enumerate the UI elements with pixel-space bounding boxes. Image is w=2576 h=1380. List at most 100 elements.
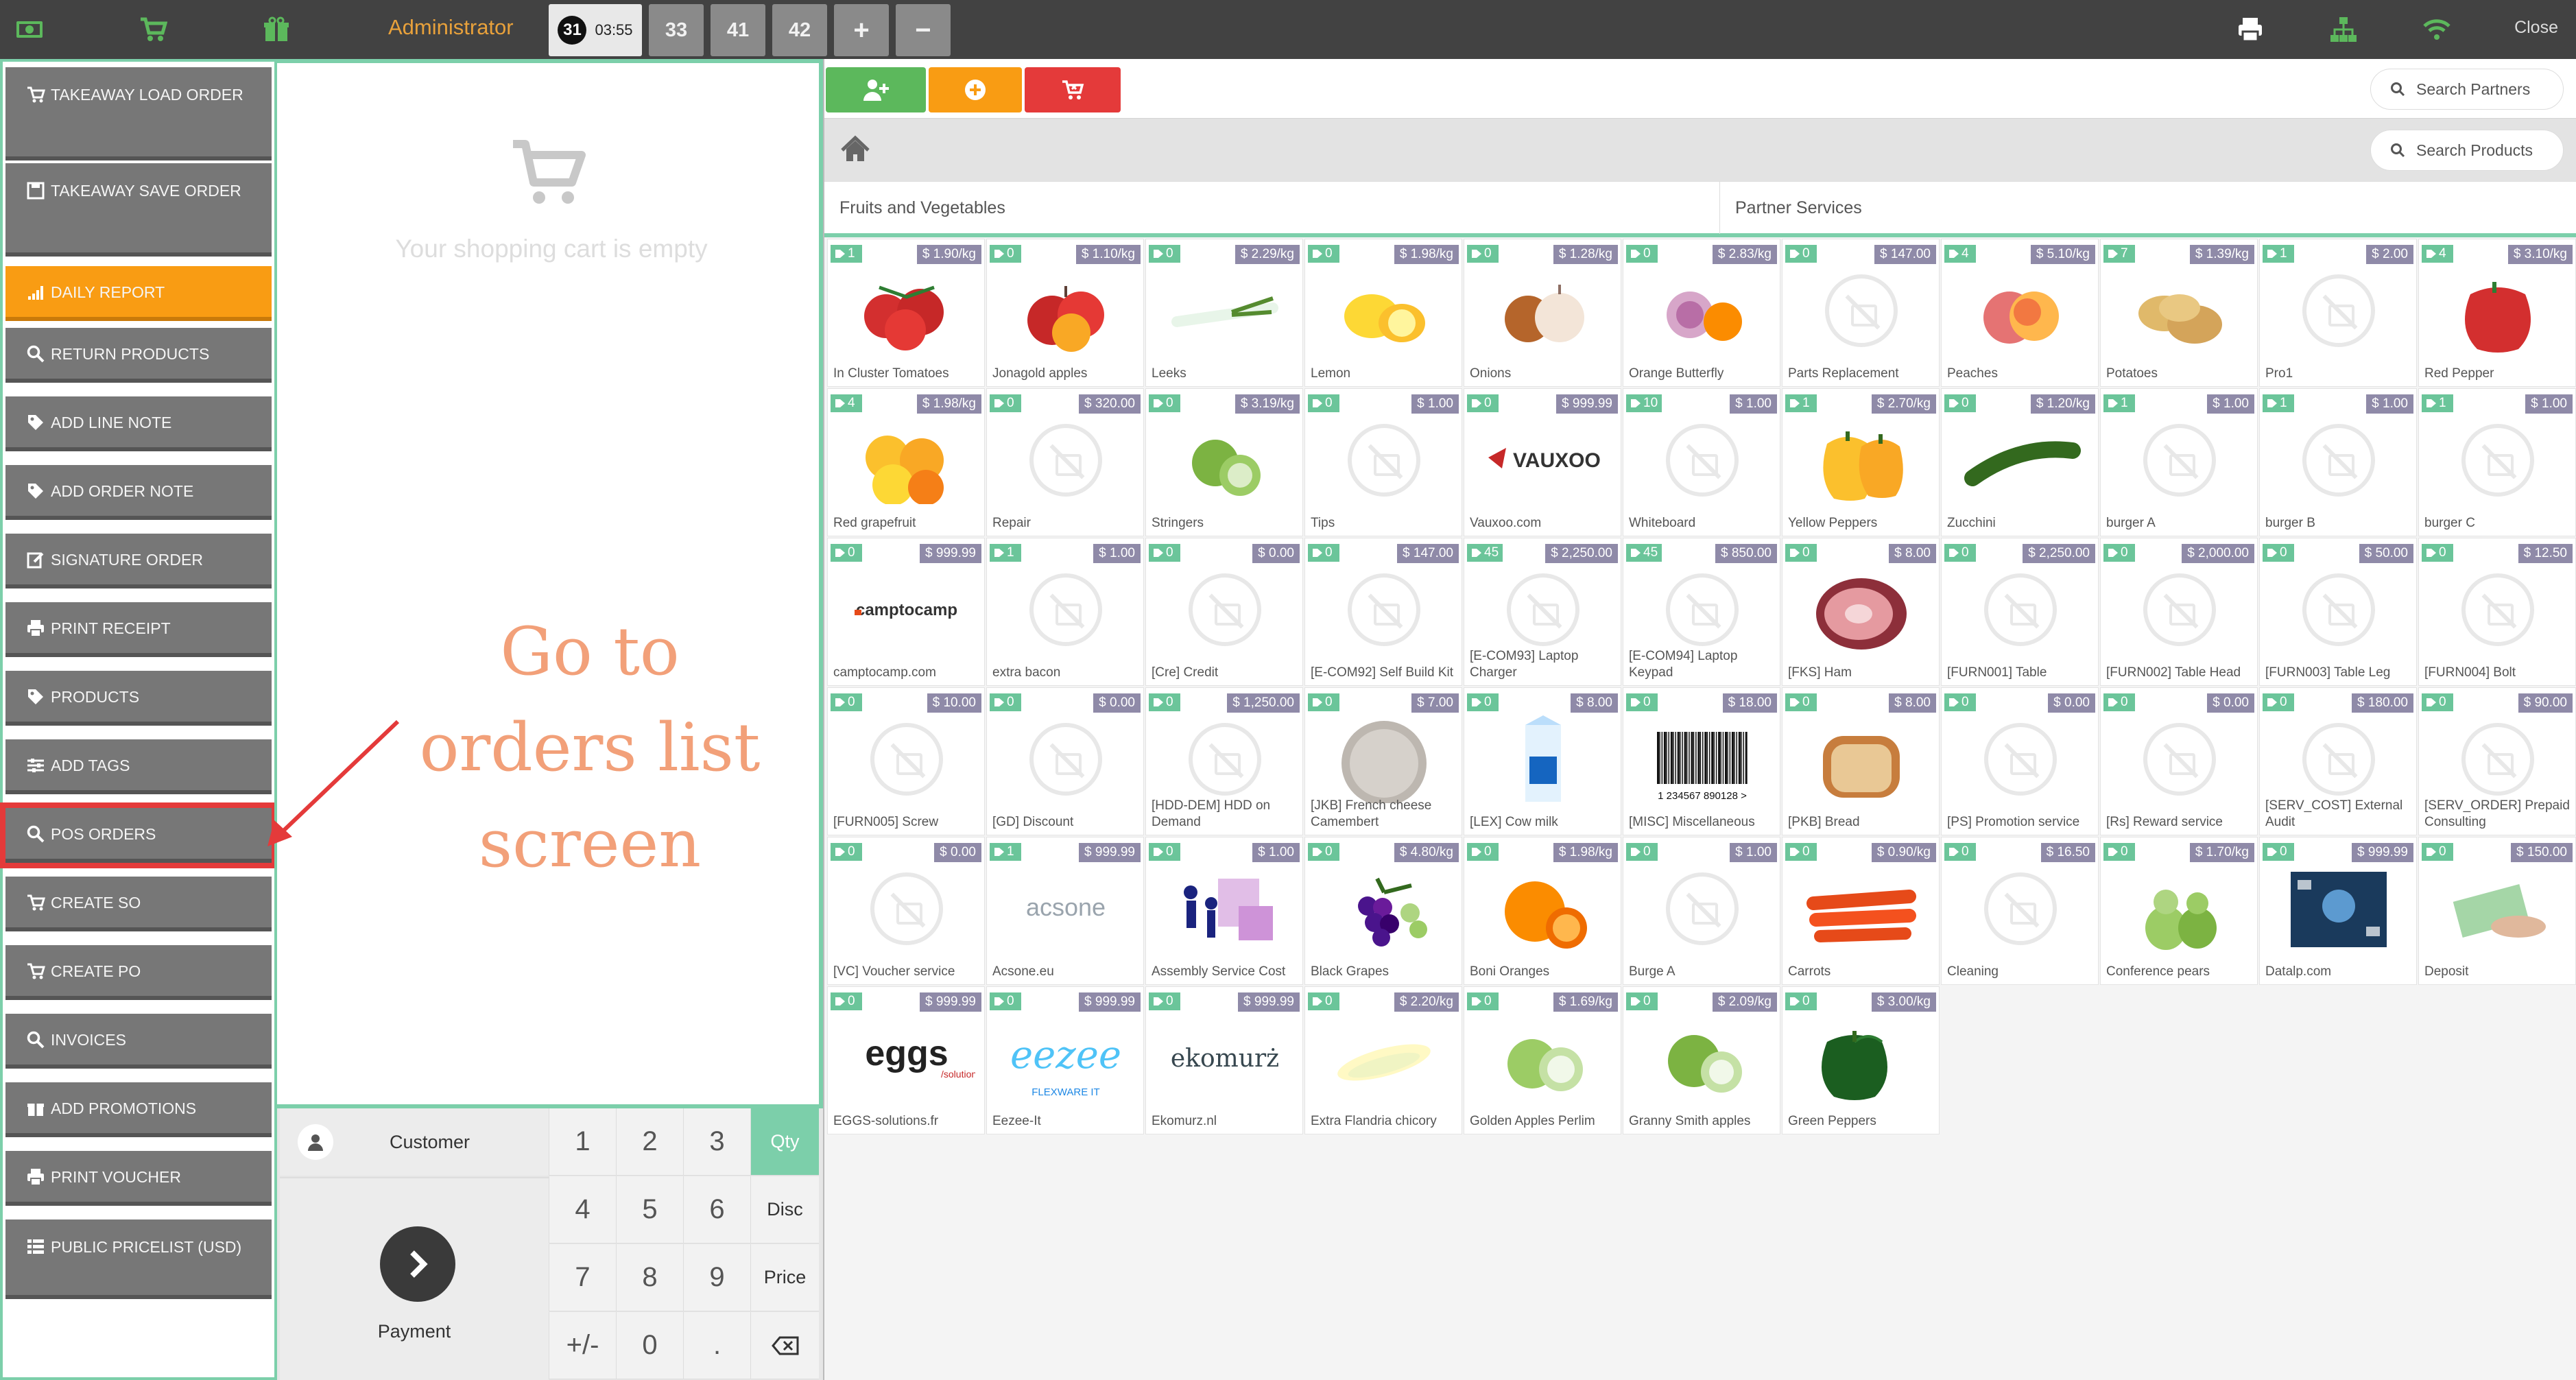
product-card[interactable]: 1 $ 1.90/kg In Cluster Tomatoes: [827, 239, 985, 387]
sidebar-item-public-pricelist-usd[interactable]: PUBLIC PRICELIST (USD): [5, 1220, 272, 1299]
product-card[interactable]: 0 $ 0.00 [Cre] Credit: [1145, 538, 1303, 686]
delete-order-button[interactable]: −: [896, 4, 951, 56]
product-card[interactable]: 4 $ 3.10/kg Red Pepper: [2418, 239, 2576, 387]
product-card[interactable]: 1 $ 2.70/kg Yellow Peppers: [1782, 388, 1940, 536]
order-tab[interactable]: 41: [711, 4, 765, 56]
product-card[interactable]: 0 $ 2.29/kg Leeks: [1145, 239, 1303, 387]
product-card[interactable]: 0 $ 1.70/kg Conference pears: [2100, 837, 2258, 985]
numpad-key[interactable]: 8: [616, 1244, 683, 1311]
product-card[interactable]: 0 $ 1.98/kg Boni Oranges: [1464, 837, 1621, 985]
numpad-key[interactable]: 1: [549, 1108, 616, 1176]
numpad-key[interactable]: 9: [683, 1244, 750, 1311]
wifi-icon[interactable]: [2422, 15, 2451, 44]
product-card[interactable]: 0 $ 2.83/kg Orange Butterfly: [1623, 239, 1780, 387]
clear-cart-button[interactable]: [1025, 67, 1121, 112]
order-tab[interactable]: 33: [649, 4, 704, 56]
product-card[interactable]: 0 $ 3.19/kg Stringers: [1145, 388, 1303, 536]
sidebar-item-pos-orders[interactable]: POS ORDERS: [0, 802, 277, 868]
customer-button[interactable]: Customer: [280, 1108, 549, 1176]
product-card[interactable]: 0 $ 2.20/kg Extra Flandria chicory: [1304, 986, 1462, 1134]
product-card[interactable]: 0 $ 1.69/kg Golden Apples Perlim: [1464, 986, 1621, 1134]
product-card[interactable]: 0 $ 3.00/kg Green Peppers: [1782, 986, 1940, 1134]
sidebar-item-products[interactable]: PRODUCTS: [5, 671, 272, 726]
product-card[interactable]: 4 $ 5.10/kg Peaches: [1941, 239, 2099, 387]
product-card[interactable]: 0 $ 8.00 [PKB] Bread: [1782, 687, 1940, 835]
category-fruits-vegetables[interactable]: Fruits and Vegetables: [824, 182, 1720, 234]
sidebar-item-create-po[interactable]: CREATE PO: [5, 945, 272, 1000]
numpad-key[interactable]: 6: [683, 1176, 750, 1244]
product-card[interactable]: 0 $ 180.00 [SERV_COST] External Audit: [2259, 687, 2417, 835]
product-card[interactable]: 10 $ 1.00 Whiteboard: [1623, 388, 1780, 536]
product-card[interactable]: 0 $ 0.00 [PS] Promotion service: [1941, 687, 2099, 835]
product-card[interactable]: 0 $ 1.98/kg Lemon: [1304, 239, 1462, 387]
product-card[interactable]: 1 $ 1.00 extra bacon: [986, 538, 1144, 686]
sidebar-item-add-line-note[interactable]: ADD LINE NOTE: [5, 396, 272, 451]
sidebar-item-add-promotions[interactable]: ADD PROMOTIONS: [5, 1082, 272, 1137]
sitemap-icon[interactable]: [2329, 15, 2358, 44]
numpad-mode-price[interactable]: Price: [750, 1244, 819, 1311]
gift-icon[interactable]: [262, 15, 291, 44]
product-card[interactable]: 0 $ 90.00 [SERV_ORDER] Prepaid Consulting: [2418, 687, 2576, 835]
product-card[interactable]: 0 $ 0.00 [Rs] Reward service: [2100, 687, 2258, 835]
numpad-mode-qty[interactable]: Qty: [750, 1108, 819, 1176]
sidebar-item-invoices[interactable]: INVOICES: [5, 1014, 272, 1069]
printer-icon[interactable]: [2236, 15, 2265, 44]
product-card[interactable]: 0 $ 1.00 Tips: [1304, 388, 1462, 536]
new-order-button[interactable]: +: [834, 4, 889, 56]
sidebar-item-daily-report[interactable]: DAILY REPORT: [5, 266, 272, 321]
product-card[interactable]: 0 $ 8.00 [FKS] Ham: [1782, 538, 1940, 686]
product-card[interactable]: 0 $ 1.28/kg Onions: [1464, 239, 1621, 387]
sidebar-item-print-receipt[interactable]: PRINT RECEIPT: [5, 602, 272, 657]
product-card[interactable]: 0 $ 1.20/kg Zucchini: [1941, 388, 2099, 536]
product-card[interactable]: 0 $ 320.00 Repair: [986, 388, 1144, 536]
product-card[interactable]: 0 $ 10.00 [FURN005] Screw: [827, 687, 985, 835]
product-card[interactable]: 4 $ 1.98/kg Red grapefruit: [827, 388, 985, 536]
product-card[interactable]: 0 $ 1.00 Burge A: [1623, 837, 1780, 985]
product-card[interactable]: 0 $ 8.00 [LEX] Cow milk: [1464, 687, 1621, 835]
numpad-mode-disc[interactable]: Disc: [750, 1176, 819, 1244]
product-card[interactable]: 0 $ 147.00 [E-COM92] Self Build Kit: [1304, 538, 1462, 686]
product-card[interactable]: 0 $ 1.10/kg Jonagold apples: [986, 239, 1144, 387]
product-card[interactable]: 45 $ 850.00 [E-COM94] Laptop Keypad: [1623, 538, 1780, 686]
numpad-key[interactable]: 2: [616, 1108, 683, 1176]
payment-button[interactable]: Payment: [280, 1177, 549, 1380]
product-card[interactable]: 0$ 999.99eggs/solutionsEGGS-solutions.fr: [827, 986, 985, 1134]
product-card[interactable]: 0 $ 1.00 Assembly Service Cost: [1145, 837, 1303, 985]
sidebar-item-create-so[interactable]: CREATE SO: [5, 877, 272, 931]
sidebar-item-return-products[interactable]: RETURN PRODUCTS: [5, 328, 272, 383]
product-card[interactable]: 0 $ 4.80/kg Black Grapes: [1304, 837, 1462, 985]
search-partners-input[interactable]: Search Partners: [2370, 69, 2564, 110]
product-card[interactable]: 1 $ 2.00 Pro1: [2259, 239, 2417, 387]
numpad-key[interactable]: 3: [683, 1108, 750, 1176]
product-card[interactable]: 0 $ 0.00 [VC] Voucher service: [827, 837, 985, 985]
numpad-key[interactable]: .: [683, 1312, 750, 1379]
product-card[interactable]: 0 $ 147.00 Parts Replacement: [1782, 239, 1940, 387]
add-customer-button[interactable]: [826, 67, 926, 112]
sidebar-item-signature-order[interactable]: SIGNATURE ORDER: [5, 534, 272, 588]
sidebar-item-takeaway-load-order[interactable]: TAKEAWAY LOAD ORDER: [5, 67, 272, 160]
product-card[interactable]: 0 $ 150.00 Deposit: [2418, 837, 2576, 985]
order-tab[interactable]: 42: [772, 4, 827, 56]
product-card[interactable]: 1 $ 1.00 burger A: [2100, 388, 2258, 536]
product-card[interactable]: 0 $ 18.00 1 234567 890128 > [MISC] Miscella…: [1623, 687, 1780, 835]
cart-icon[interactable]: [139, 15, 167, 44]
money-icon[interactable]: [15, 15, 44, 44]
product-card[interactable]: 0 $ 999.99 eezee FLEXWARE IT Eezee-It: [986, 986, 1144, 1134]
product-card[interactable]: 1 $ 1.00 burger C: [2418, 388, 2576, 536]
sidebar-item-takeaway-save-order[interactable]: TAKEAWAY SAVE ORDER: [5, 163, 272, 257]
product-card[interactable]: 0 $ 2.09/kg Granny Smith apples: [1623, 986, 1780, 1134]
product-card[interactable]: 0 $ 16.50 Cleaning: [1941, 837, 2099, 985]
search-products-input[interactable]: Search Products: [2370, 130, 2564, 171]
product-card[interactable]: 1 $ 999.99 acsone Acsone.eu: [986, 837, 1144, 985]
numpad-key[interactable]: 4: [549, 1176, 616, 1244]
numpad-key[interactable]: 7: [549, 1244, 616, 1311]
backspace-key[interactable]: [750, 1312, 819, 1379]
sidebar-item-add-order-note[interactable]: ADD ORDER NOTE: [5, 465, 272, 520]
product-card[interactable]: 0 $ 1,250.00 [HDD-DEM] HDD on Demand: [1145, 687, 1303, 835]
close-button[interactable]: Close: [2514, 18, 2558, 38]
sidebar-item-add-tags[interactable]: ADD TAGS: [5, 739, 272, 794]
product-card[interactable]: 0 $ 2,000.00 [FURN002] Table Head: [2100, 538, 2258, 686]
product-card[interactable]: 45 $ 2,250.00 [E-COM93] Laptop Charger: [1464, 538, 1621, 686]
home-icon[interactable]: [839, 134, 871, 165]
product-card[interactable]: 0 $ 0.00 [GD] Discount: [986, 687, 1144, 835]
